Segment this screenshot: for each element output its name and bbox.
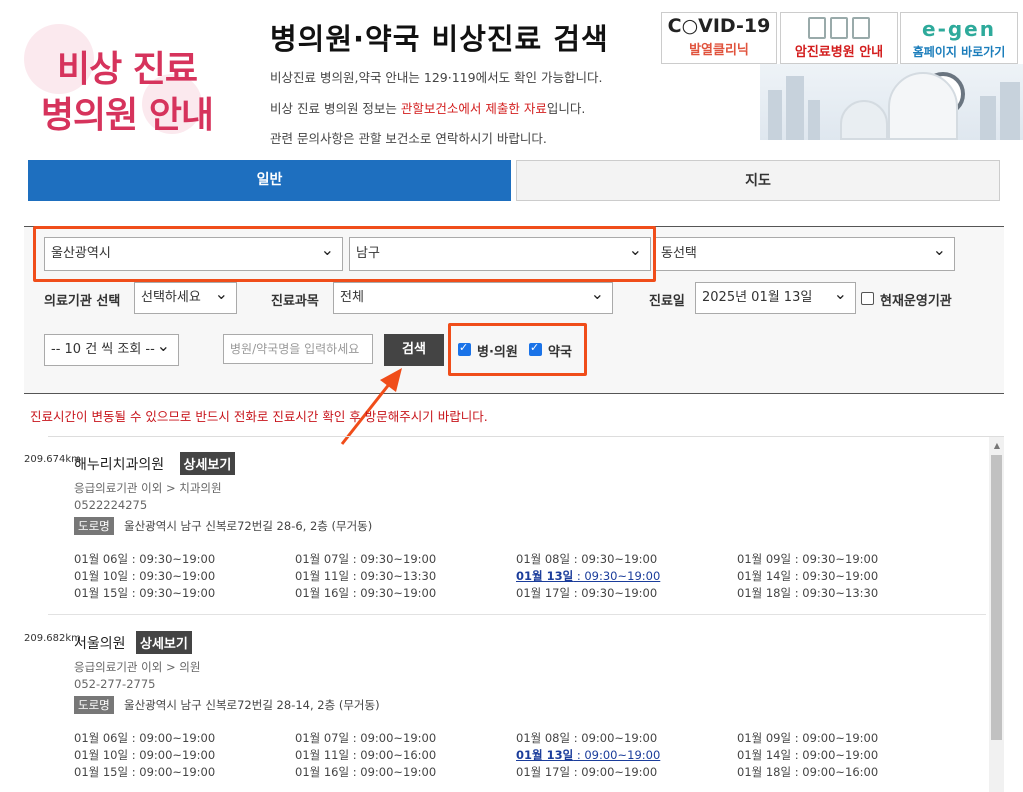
- schedule-entry: 01월 17일 : 09:30~19:00: [516, 586, 658, 600]
- road-address-tag: 도로명: [74, 517, 114, 535]
- distance-label: 209.682km: [24, 633, 81, 644]
- hospital-address: 울산광역시 남구 신복로72번길 28-6, 2층 (무거동): [124, 519, 373, 533]
- hospital-address: 울산광역시 남구 신복로72번길 28-14, 2층 (무거동): [124, 698, 380, 712]
- road-address-tag: 도로명: [74, 696, 114, 714]
- hospital-name: 서울의원: [74, 636, 126, 652]
- per-page-select[interactable]: -- 10 건 씩 조회 --: [44, 331, 179, 366]
- scroll-up-icon[interactable]: ▲: [994, 441, 1000, 450]
- open-now-checkbox[interactable]: [861, 292, 874, 305]
- egen-logo: e-gen: [922, 17, 996, 41]
- covid-title: C○VID-19: [667, 15, 771, 37]
- hospital-building-icon: [781, 13, 897, 41]
- hospital-phone: 052-277-2775: [74, 677, 156, 691]
- schedule-entry: 01월 10일 : 09:00~19:00: [74, 748, 216, 762]
- date-select[interactable]: 2025년 01월 13일: [695, 279, 856, 314]
- info-line-1: 비상진료 병의원,약국 안내는 129·119에서도 확인 가능합니다.: [270, 70, 603, 85]
- info-line-2: 비상 진료 병의원 정보는 관할보건소에서 제출한 자료입니다.: [270, 101, 586, 116]
- notice-text: 진료시간이 변동될 수 있으므로 반드시 전화로 진료시간 확인 후 방문해주시…: [30, 409, 488, 424]
- page-title: 병의원·약국 비상진료 검색: [270, 22, 609, 56]
- info-highlight: 관할보건소에서 제출한 자료: [400, 101, 547, 116]
- detail-button[interactable]: 상세보기: [179, 452, 236, 475]
- doctor-illustration: [760, 64, 1023, 140]
- schedule-entry: 01월 16일 : 09:30~19:00: [295, 586, 437, 600]
- schedule-entry: 01월 06일 : 09:00~19:00: [74, 731, 216, 745]
- department-select[interactable]: 전체: [333, 279, 613, 314]
- tab-map[interactable]: 지도: [516, 160, 1000, 201]
- covid-clinic-banner[interactable]: C○VID-19 발열클리닉: [661, 12, 777, 64]
- schedule-entry: 01월 17일 : 09:00~19:00: [516, 765, 658, 779]
- schedule-entry: 01월 16일 : 09:00~19:00: [295, 765, 437, 779]
- tab-general[interactable]: 일반: [28, 160, 511, 201]
- logo-line-1: 비상 진료: [56, 49, 198, 90]
- schedule-entry: 01월 15일 : 09:30~19:00: [74, 586, 216, 600]
- date-label: 진료일: [649, 294, 685, 309]
- hospital-name: 해누리치과의원: [74, 457, 165, 473]
- hospital-category: 응급의료기관 이외 > 치과의원: [74, 481, 222, 495]
- homepage-banner[interactable]: e-gen 홈페이지 바로가기: [900, 12, 1018, 64]
- schedule-entry: 01월 18일 : 09:00~16:00: [737, 765, 879, 779]
- department-label: 진료과목: [271, 294, 319, 309]
- scroll-thumb[interactable]: [991, 455, 1002, 740]
- schedule-entry: 01월 08일 : 09:00~19:00: [516, 731, 658, 745]
- open-now-label: 현재운영기관: [880, 294, 952, 309]
- schedule-today: 01월 13일 : 09:00~19:00: [516, 748, 661, 762]
- cancer-hospital-banner[interactable]: 암진료병원 안내: [780, 12, 898, 64]
- emergency-care-logo: 비상 진료 병의원 안내: [22, 14, 232, 136]
- covid-subtitle: 발열클리닉: [689, 43, 749, 58]
- hospital-checkbox[interactable]: [458, 341, 471, 356]
- results-scrollbar[interactable]: ▲: [989, 437, 1004, 792]
- facility-select[interactable]: 선택하세요: [134, 279, 237, 314]
- schedule-entry: 01월 18일 : 09:30~13:30: [737, 586, 879, 600]
- hospital-phone: 0522224275: [74, 498, 148, 512]
- schedule-entry: 01월 14일 : 09:00~19:00: [737, 748, 879, 762]
- schedule-entry: 01월 08일 : 09:30~19:00: [516, 552, 658, 566]
- cancer-banner-label: 암진료병원 안내: [794, 45, 884, 60]
- distance-label: 209.674km: [24, 454, 81, 465]
- schedule-entry: 01월 07일 : 09:00~19:00: [295, 731, 437, 745]
- schedule-entry: 01월 11일 : 09:00~16:00: [295, 748, 437, 762]
- schedule-entry: 01월 15일 : 09:00~19:00: [74, 765, 216, 779]
- homepage-banner-label: 홈페이지 바로가기: [912, 45, 1006, 59]
- detail-button[interactable]: 상세보기: [136, 631, 192, 654]
- schedule-entry: 01월 14일 : 09:30~19:00: [737, 569, 879, 583]
- schedule-today: 01월 13일 : 09:30~19:00: [516, 569, 661, 583]
- schedule-entry: 01월 09일 : 09:30~19:00: [737, 552, 879, 566]
- pharmacy-checkbox-label: 약국: [548, 345, 572, 360]
- schedule-entry: 01월 07일 : 09:30~19:00: [295, 552, 437, 566]
- name-search-input[interactable]: 병원/약국명을 입력하세요: [223, 334, 373, 364]
- schedule-entry: 01월 09일 : 09:00~19:00: [737, 731, 879, 745]
- schedule-entry: 01월 10일 : 09:30~19:00: [74, 569, 216, 583]
- hospital-category: 응급의료기관 이외 > 의원: [74, 660, 201, 674]
- facility-label: 의료기관 선택: [44, 294, 121, 309]
- search-button[interactable]: 검색: [384, 334, 444, 366]
- logo-line-2: 병의원 안내: [40, 95, 214, 136]
- schedule-entry: 01월 06일 : 09:30~19:00: [74, 552, 216, 566]
- hospital-checkbox-label: 병·의원: [477, 345, 518, 360]
- region-highlight-box: [33, 226, 656, 282]
- schedule-entry: 01월 11일 : 09:30~13:30: [295, 569, 437, 583]
- dong-select[interactable]: 동선택: [654, 234, 955, 271]
- pharmacy-checkbox[interactable]: [529, 341, 542, 356]
- info-line-3: 관련 문의사항은 관할 보건소로 연락하시기 바랍니다.: [270, 131, 547, 146]
- result-divider: [48, 614, 986, 615]
